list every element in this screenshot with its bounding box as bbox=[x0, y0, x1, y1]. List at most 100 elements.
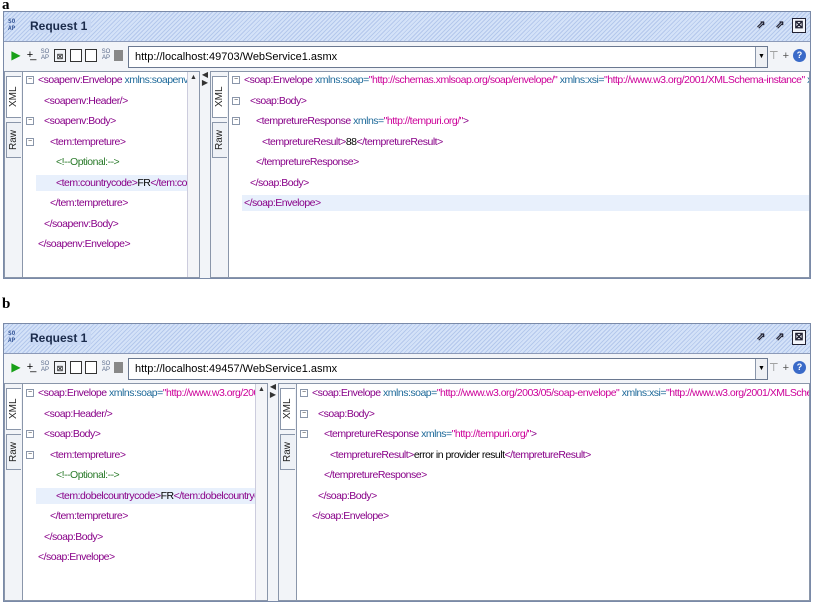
code-line[interactable]: </tem:tempreture> bbox=[36, 508, 128, 524]
tab-raw[interactable]: Raw bbox=[6, 434, 21, 470]
create-test-icon[interactable]: SO AP bbox=[39, 49, 51, 62]
splitter[interactable]: ◀ ▶ bbox=[200, 71, 210, 278]
response-editor[interactable]: XML Raw − − − <soap:Envelope xmlns:soap="h… bbox=[210, 71, 810, 278]
help-icon[interactable]: ? bbox=[793, 361, 806, 374]
dock-icon[interactable]: ⇗ bbox=[773, 18, 787, 33]
tab-raw[interactable]: Raw bbox=[6, 122, 21, 158]
filter-icon[interactable]: ⊤ bbox=[769, 361, 779, 374]
stop-icon[interactable] bbox=[114, 362, 123, 373]
response-editor[interactable]: XML Raw − − − <soap:Envelope xmlns:soap="h… bbox=[278, 383, 810, 601]
fold-toggle-icon[interactable]: − bbox=[232, 96, 240, 105]
request-editor[interactable]: XML Raw − − − <soap:Envelope xmlns:soap="h… bbox=[4, 383, 268, 601]
detach-icon[interactable]: ⇗ bbox=[754, 18, 768, 33]
add-icon[interactable]: + bbox=[783, 362, 789, 374]
code-line[interactable]: <soapenv:Header/> bbox=[36, 93, 128, 109]
vertical-scrollbar[interactable]: ▲ bbox=[255, 384, 267, 600]
code-line[interactable]: <tempretureResult>error in provider resu… bbox=[310, 447, 591, 463]
format-icon[interactable]: ⊠ bbox=[54, 361, 66, 374]
add-icon[interactable]: + bbox=[783, 50, 789, 62]
fold-toggle-icon[interactable]: − bbox=[26, 389, 34, 397]
endpoint-icon[interactable]: SO AP bbox=[100, 361, 112, 374]
fold-toggle-icon[interactable]: − bbox=[26, 117, 34, 125]
add-assertion-icon[interactable]: +̲ bbox=[24, 361, 36, 374]
code-line[interactable]: </soap:Envelope> bbox=[310, 508, 389, 524]
fold-toggle-icon[interactable]: − bbox=[26, 450, 34, 459]
collapse-right-icon[interactable]: ▶ bbox=[200, 79, 210, 87]
scroll-up-icon[interactable]: ▲ bbox=[258, 386, 265, 393]
split-vertical-icon[interactable] bbox=[70, 361, 82, 374]
help-icon[interactable]: ? bbox=[793, 49, 806, 62]
submit-request-icon[interactable]: ▶ bbox=[10, 361, 22, 374]
code-line[interactable]: <soap:Envelope xmlns:soap="http://www.w3… bbox=[310, 385, 809, 401]
split-horizontal-icon[interactable] bbox=[85, 49, 97, 62]
tab-xml[interactable]: XML bbox=[212, 76, 227, 118]
stop-icon[interactable] bbox=[114, 50, 123, 61]
dock-icon[interactable]: ⇗ bbox=[773, 330, 787, 345]
code-line[interactable]: <!--Optional:--> bbox=[36, 154, 120, 170]
code-line[interactable]: <tempretureResponse xmlns="http://tempur… bbox=[310, 426, 537, 442]
endpoint-url-input[interactable]: http://localhost:49457/WebService1.asmx … bbox=[128, 358, 768, 380]
code-line[interactable]: </soap:Envelope> bbox=[242, 195, 809, 211]
endpoint-url-input[interactable]: http://localhost:49703/WebService1.asmx … bbox=[128, 46, 768, 68]
code-line[interactable]: <soap:Body> bbox=[310, 406, 375, 422]
code-line[interactable]: <tempretureResponse xmlns="http://tempur… bbox=[242, 113, 469, 129]
request-code[interactable]: <soapenv:Envelope xmlns:soapenv="http://… bbox=[36, 72, 199, 277]
endpoint-icon[interactable]: SO AP bbox=[100, 49, 112, 62]
response-code[interactable]: <soap:Envelope xmlns:soap="http://www.w3… bbox=[310, 384, 809, 600]
code-line[interactable]: </tempretureResponse> bbox=[310, 467, 427, 483]
code-line[interactable]: <soap:Envelope xmlns:soap="http://www.w3… bbox=[36, 385, 267, 401]
fold-toggle-icon[interactable]: − bbox=[232, 76, 240, 84]
tab-raw[interactable]: Raw bbox=[212, 122, 227, 158]
code-line[interactable]: <tem:tempreture> bbox=[36, 447, 126, 463]
code-line[interactable]: </tem:tempreture> bbox=[36, 195, 128, 211]
tab-xml[interactable]: XML bbox=[6, 388, 21, 430]
split-vertical-icon[interactable] bbox=[70, 49, 82, 62]
request-code[interactable]: <soap:Envelope xmlns:soap="http://www.w3… bbox=[36, 384, 267, 600]
detach-icon[interactable]: ⇗ bbox=[754, 330, 768, 345]
create-test-icon[interactable]: SO AP bbox=[39, 361, 51, 374]
code-line[interactable]: <soap:Body> bbox=[36, 426, 101, 442]
code-line[interactable]: </soap:Body> bbox=[242, 175, 309, 191]
fold-toggle-icon[interactable]: − bbox=[300, 389, 308, 397]
code-line[interactable]: </soap:Envelope> bbox=[36, 549, 115, 565]
chevron-down-icon[interactable]: ▼ bbox=[755, 47, 767, 67]
tab-xml[interactable]: XML bbox=[6, 76, 21, 118]
add-assertion-icon[interactable]: +̲ bbox=[24, 49, 36, 62]
code-line[interactable]: <tem:dobelcountrycode>FR</tem:dobelcount… bbox=[36, 487, 267, 504]
code-line[interactable]: <tem:tempreture> bbox=[36, 134, 126, 150]
code-line[interactable]: <tem:countrycode>FR</tem:countrycode> bbox=[36, 174, 199, 191]
code-line[interactable]: <tempretureResult>88</tempretureResult> bbox=[242, 134, 443, 150]
close-icon[interactable]: ⊠ bbox=[792, 18, 806, 33]
code-line[interactable]: <soap:Header/> bbox=[36, 406, 113, 422]
fold-toggle-icon[interactable]: − bbox=[26, 430, 34, 438]
fold-toggle-icon[interactable]: − bbox=[300, 409, 308, 418]
fold-toggle-icon[interactable]: − bbox=[232, 117, 240, 125]
format-icon[interactable]: ⊠ bbox=[54, 49, 66, 62]
code-line[interactable]: <soapenv:Body> bbox=[36, 113, 116, 129]
vertical-scrollbar[interactable]: ▲ bbox=[187, 72, 199, 277]
close-icon[interactable]: ⊠ bbox=[792, 330, 806, 345]
fold-toggle-icon[interactable]: − bbox=[300, 430, 308, 438]
code-line[interactable]: <soap:Body> bbox=[242, 93, 307, 109]
collapse-right-icon[interactable]: ▶ bbox=[268, 391, 278, 399]
code-line[interactable]: <soap:Envelope xmlns:soap="http://schema… bbox=[242, 72, 809, 88]
code-line[interactable]: </soap:Body> bbox=[36, 529, 103, 545]
splitter[interactable]: ◀ ▶ bbox=[268, 383, 278, 601]
chevron-down-icon[interactable]: ▼ bbox=[755, 359, 767, 379]
fold-toggle-icon[interactable]: − bbox=[26, 137, 34, 146]
code-line[interactable]: </soapenv:Envelope> bbox=[36, 236, 131, 252]
scroll-up-icon[interactable]: ▲ bbox=[190, 74, 197, 81]
submit-request-icon[interactable]: ▶ bbox=[10, 49, 22, 62]
request-editor[interactable]: XML Raw − − − <soapenv:Envelope xmlns:soap… bbox=[4, 71, 200, 278]
fold-toggle-icon[interactable]: − bbox=[26, 76, 34, 84]
tab-raw[interactable]: Raw bbox=[280, 434, 295, 470]
code-line[interactable]: </soap:Body> bbox=[310, 488, 377, 504]
response-code[interactable]: <soap:Envelope xmlns:soap="http://schema… bbox=[242, 72, 809, 277]
code-line[interactable]: </soapenv:Body> bbox=[36, 216, 119, 232]
code-line[interactable]: </tempretureResponse> bbox=[242, 154, 359, 170]
tab-xml[interactable]: XML bbox=[280, 388, 295, 430]
split-horizontal-icon[interactable] bbox=[85, 361, 97, 374]
code-line[interactable]: <soapenv:Envelope xmlns:soapenv="http://… bbox=[36, 72, 199, 88]
code-line[interactable]: <!--Optional:--> bbox=[36, 467, 120, 483]
filter-icon[interactable]: ⊤ bbox=[769, 49, 779, 62]
